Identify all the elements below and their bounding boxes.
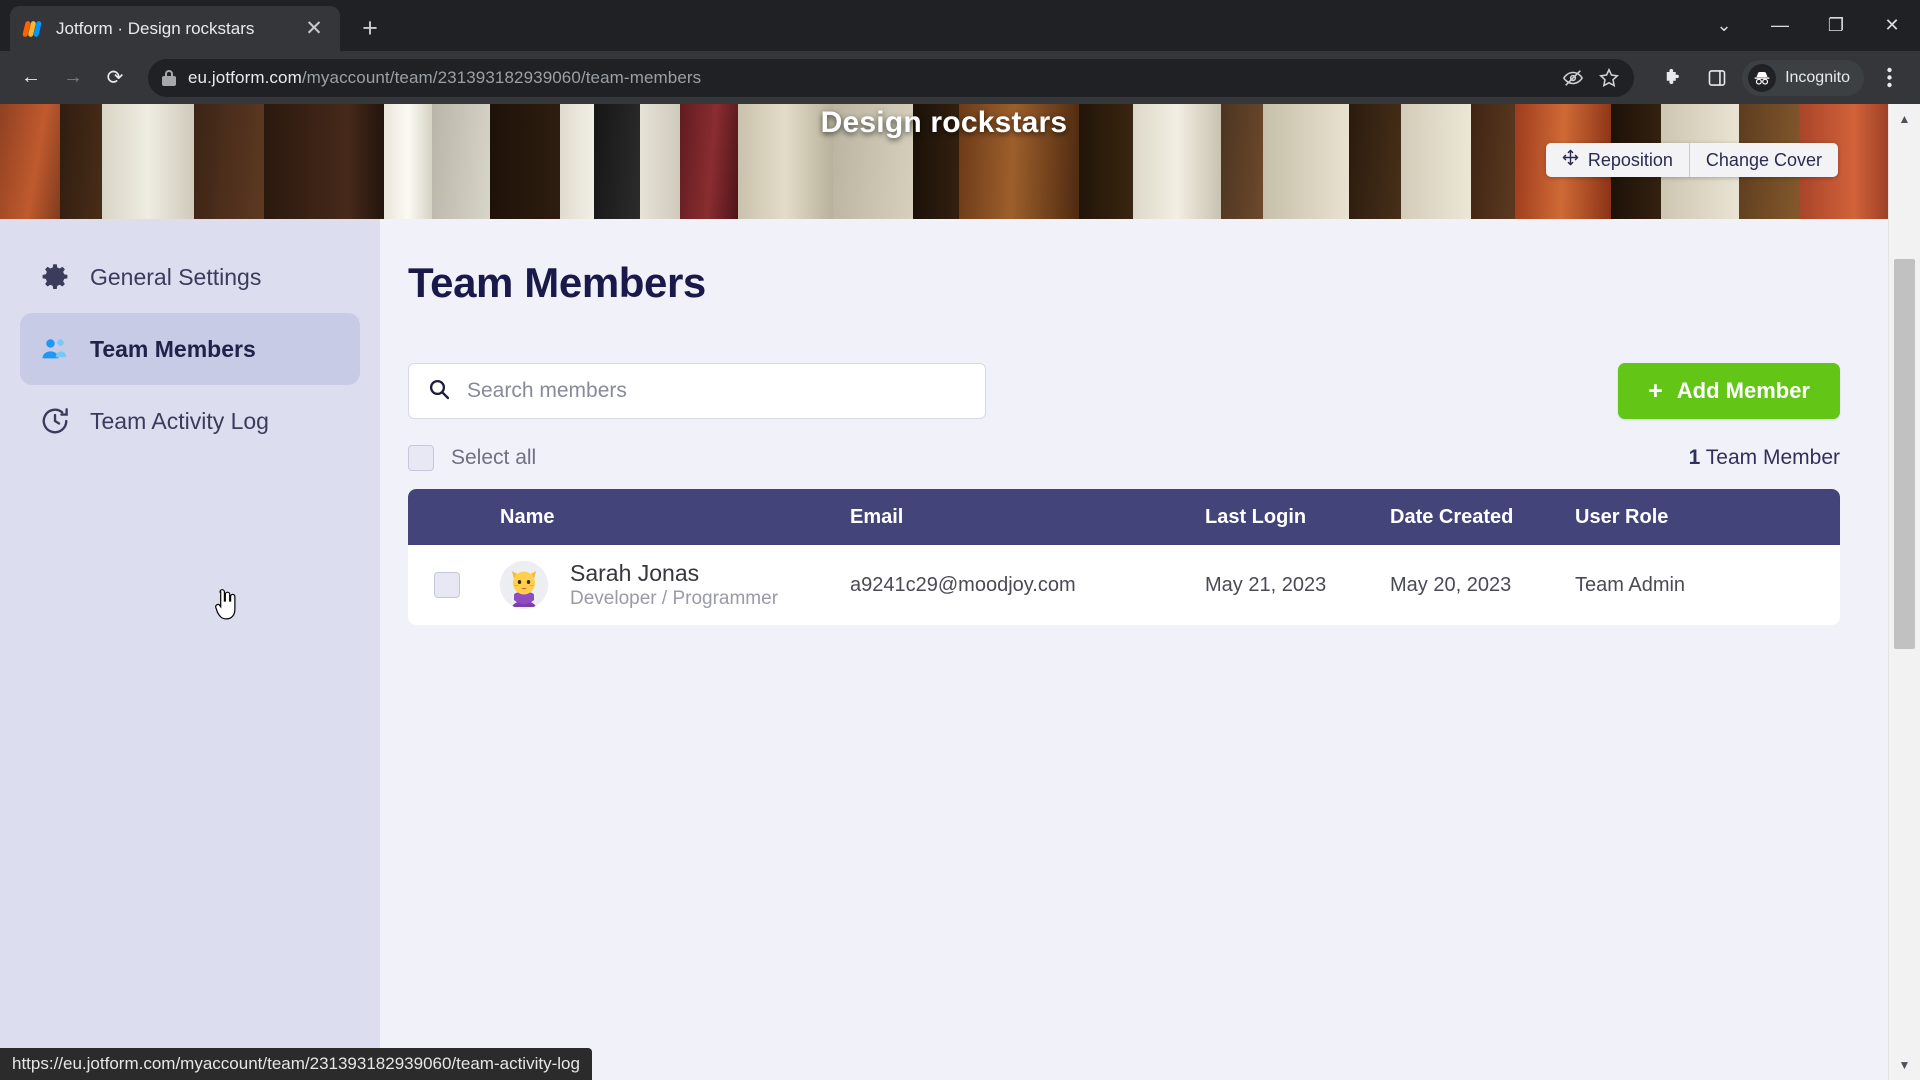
member-email: a9241c29@moodjoy.com: [850, 573, 1076, 596]
member-count-number: 1: [1688, 446, 1701, 469]
page-title: Team Members: [408, 259, 706, 306]
search-placeholder: Search members: [467, 379, 627, 402]
url-path: /myaccount/team/231393182939060/team-mem…: [301, 67, 702, 87]
maximize-button[interactable]: ❐: [1808, 0, 1864, 51]
select-all-checkbox[interactable]: [408, 445, 434, 471]
star-icon[interactable]: [1598, 67, 1620, 89]
add-member-label: Add Member: [1676, 378, 1810, 403]
member-last-login: May 21, 2023: [1205, 573, 1327, 596]
tab-strip: Jotform · Design rockstars ✕ + ⌄ — ❐ ✕: [0, 0, 1920, 51]
side-panel-icon[interactable]: [1698, 59, 1736, 97]
cover-actions: Reposition Change Cover: [1545, 143, 1838, 177]
row-checkbox-cell: [408, 572, 500, 598]
address-bar-url: eu.jotform.com/myaccount/team/2313931829…: [188, 68, 701, 88]
toolbar-row: Search members + Add Member: [408, 363, 1840, 419]
clock-history-icon: [40, 406, 70, 436]
sidebar-item-team-activity-log[interactable]: Team Activity Log: [20, 385, 360, 457]
sidebar-item-team-members[interactable]: Team Members: [20, 313, 360, 385]
select-all-control[interactable]: Select all: [408, 445, 536, 471]
address-bar[interactable]: eu.jotform.com/myaccount/team/2313931829…: [148, 58, 1635, 97]
omnibox-actions: [1562, 67, 1620, 89]
reload-button[interactable]: ⟳: [96, 59, 134, 97]
team-name-title: Design rockstars: [820, 106, 1068, 139]
scroll-down-arrow[interactable]: ▼: [1889, 1050, 1920, 1080]
back-button[interactable]: ←: [12, 59, 50, 97]
sidebar-item-label: Team Activity Log: [90, 407, 269, 434]
incognito-hat-icon: [1748, 63, 1777, 92]
close-window-button[interactable]: ✕: [1864, 0, 1920, 51]
column-header-date-created[interactable]: Date Created: [1390, 506, 1575, 529]
window-controls: ⌄ — ❐ ✕: [1696, 0, 1920, 51]
sidebar-item-general-settings[interactable]: General Settings: [20, 241, 360, 313]
add-member-button[interactable]: + Add Member: [1618, 363, 1840, 419]
link-status-bar: https://eu.jotform.com/myaccount/team/23…: [0, 1048, 592, 1080]
page-scrollbar[interactable]: ▲ ▼: [1888, 104, 1920, 1080]
jotform-logo-icon: [22, 18, 44, 40]
people-icon: [40, 334, 70, 364]
scroll-up-arrow[interactable]: ▲: [1889, 104, 1920, 134]
minimize-button[interactable]: —: [1752, 0, 1808, 51]
select-row: Select all 1 Team Member: [408, 445, 1840, 471]
page-body: General Settings Team Members Team Activ…: [0, 219, 1888, 1080]
column-header-last-login[interactable]: Last Login: [1205, 506, 1390, 529]
browser-window: Jotform · Design rockstars ✕ + ⌄ — ❐ ✕ ←…: [0, 0, 1920, 1080]
column-header-user-role[interactable]: User Role: [1575, 506, 1840, 529]
member-count-label: Team Member: [1700, 446, 1840, 469]
browser-toolbar: ← → ⟳ eu.jotform.com/myaccount/team/2313…: [0, 51, 1920, 104]
close-tab-icon[interactable]: ✕: [300, 15, 328, 43]
url-domain: eu.jotform.com: [188, 67, 302, 87]
avatar: [500, 561, 548, 609]
toolbar-right: Incognito: [1648, 59, 1908, 97]
member-date-created: May 20, 2023: [1390, 573, 1512, 596]
member-user-role: Team Admin: [1575, 573, 1686, 596]
move-arrows-icon: [1562, 149, 1579, 171]
sidebar-item-label: General Settings: [90, 263, 262, 290]
scrollbar-track[interactable]: [1889, 134, 1920, 1050]
browser-tab[interactable]: Jotform · Design rockstars ✕: [10, 6, 340, 51]
change-cover-label: Change Cover: [1705, 149, 1822, 170]
reposition-button[interactable]: Reposition: [1546, 143, 1689, 177]
tab-title: Jotform · Design rockstars: [56, 18, 255, 38]
main-content: Team Members Search members + Add Member…: [380, 219, 1888, 1080]
member-name-cell: Sarah Jonas Developer / Programmer: [500, 560, 850, 610]
gear-icon: [40, 262, 70, 292]
table-header-row: Name Email Last Login Date Created User …: [408, 489, 1840, 545]
sidebar-item-label: Team Members: [90, 335, 256, 362]
profile-chip[interactable]: Incognito: [1742, 59, 1864, 96]
jotform-team-page: Design rockstars Reposition Change Cover: [0, 104, 1888, 1080]
change-cover-button[interactable]: Change Cover: [1688, 143, 1838, 177]
profile-label: Incognito: [1785, 68, 1850, 86]
forward-button: →: [63, 66, 83, 88]
reposition-label: Reposition: [1587, 149, 1673, 170]
select-all-label: Select all: [451, 446, 537, 469]
scrollbar-thumb[interactable]: [1894, 259, 1915, 649]
member-count: 1 Team Member: [1689, 446, 1840, 470]
page-viewport: Design rockstars Reposition Change Cover: [0, 104, 1920, 1080]
lock-icon[interactable]: [162, 69, 176, 86]
search-members-field[interactable]: Search members: [408, 363, 986, 419]
three-dot-menu-icon[interactable]: [1870, 59, 1908, 97]
table-row[interactable]: Sarah Jonas Developer / Programmer a9241…: [408, 545, 1840, 625]
member-identity: Sarah Jonas Developer / Programmer: [570, 560, 778, 610]
member-name: Sarah Jonas: [570, 559, 700, 586]
team-cover-banner: Design rockstars Reposition Change Cover: [0, 104, 1888, 219]
plus-icon: +: [1648, 376, 1663, 405]
row-checkbox[interactable]: [434, 572, 460, 598]
tab-search-icon[interactable]: ⌄: [1696, 0, 1752, 51]
team-sidebar: General Settings Team Members Team Activ…: [0, 219, 380, 1080]
column-header-email[interactable]: Email: [850, 506, 1205, 529]
new-tab-button[interactable]: +: [350, 8, 390, 48]
eye-slash-icon[interactable]: [1562, 67, 1584, 89]
member-job-title: Developer / Programmer: [570, 588, 779, 610]
members-table: Name Email Last Login Date Created User …: [408, 489, 1840, 625]
puzzle-piece-icon[interactable]: [1654, 59, 1692, 97]
column-header-name[interactable]: Name: [500, 506, 850, 529]
search-icon: [427, 377, 451, 406]
